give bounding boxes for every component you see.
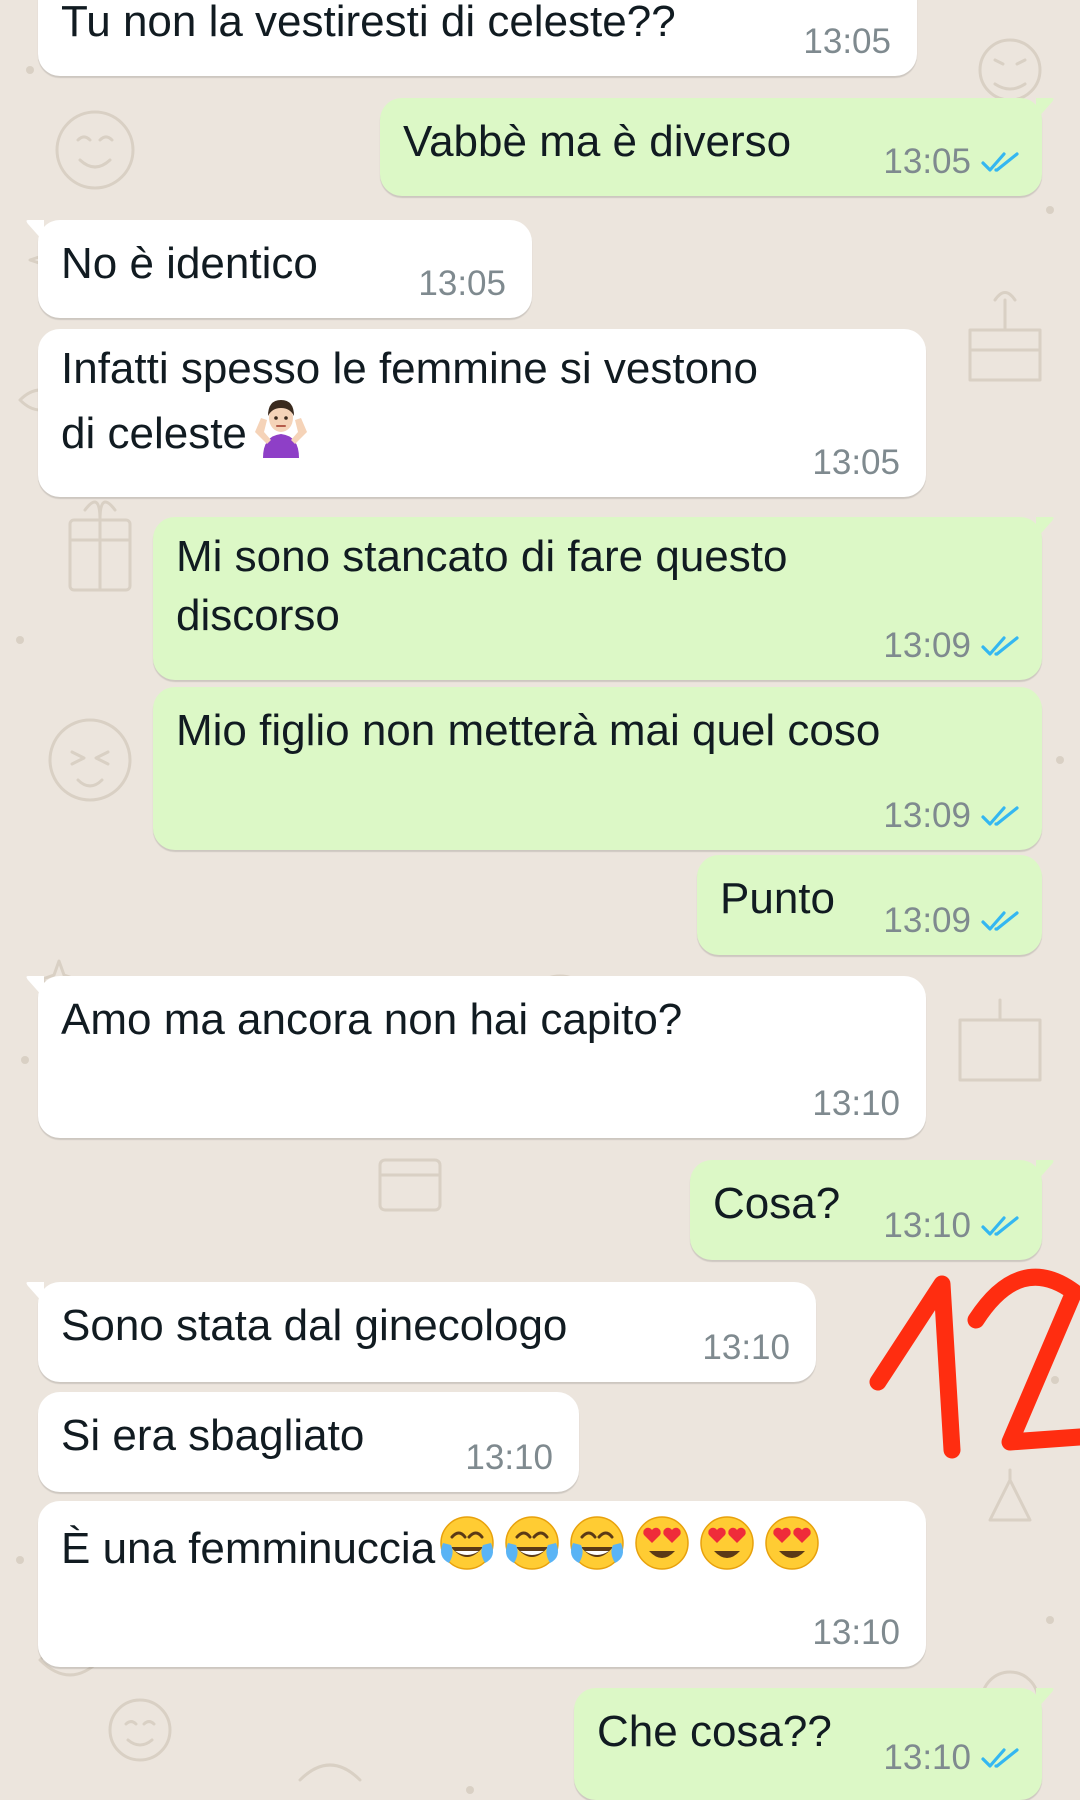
message-meta: 13:10 bbox=[465, 1438, 553, 1478]
tears-of-joy-emoji bbox=[567, 1513, 627, 1573]
outgoing-message[interactable]: Mio figlio non metterà mai quel coso 13:… bbox=[153, 687, 1042, 850]
message-time: 13:05 bbox=[883, 142, 971, 181]
bubble-tail bbox=[1036, 517, 1054, 539]
message-text: Che cosa?? bbox=[597, 1707, 832, 1756]
message-time: 13:09 bbox=[883, 626, 971, 665]
message-line: di celeste bbox=[61, 409, 247, 458]
message-time: 13:09 bbox=[883, 796, 971, 835]
tears-of-joy-emoji bbox=[437, 1513, 497, 1573]
message-time: 13:10 bbox=[702, 1328, 790, 1367]
bubble-tail bbox=[1036, 1160, 1054, 1182]
incoming-message[interactable]: Si era sbagliato 13:10 bbox=[38, 1392, 579, 1492]
message-time: 13:10 bbox=[465, 1438, 553, 1477]
incoming-message[interactable]: Tu non la vestiresti di celeste?? 13:05 bbox=[38, 0, 917, 76]
message-meta: 13:09 bbox=[883, 796, 1020, 836]
message-time: 13:10 bbox=[883, 1206, 971, 1245]
message-line: Infatti spesso le femmine si vestono bbox=[61, 344, 758, 393]
message-text: No è identico bbox=[61, 239, 318, 288]
incoming-message[interactable]: Infatti spesso le femmine si vestono di … bbox=[38, 329, 926, 497]
message-meta: 13:05 bbox=[883, 142, 1020, 182]
bubble-tail bbox=[1036, 1688, 1054, 1710]
message-line: Mi sono stancato di fare questo bbox=[176, 532, 788, 581]
outgoing-message[interactable]: Mi sono stancato di fare questo discorso… bbox=[153, 517, 1042, 680]
message-text: Mi sono stancato di fare questo discorso bbox=[176, 527, 787, 645]
message-text: È una femminuccia bbox=[61, 1513, 822, 1578]
message-meta: 13:05 bbox=[812, 443, 900, 483]
read-ticks-icon bbox=[980, 804, 1020, 828]
read-ticks-icon bbox=[980, 634, 1020, 658]
message-time: 13:05 bbox=[418, 264, 506, 303]
message-text: Infatti spesso le femmine si vestono di … bbox=[61, 339, 758, 463]
bubble-tail bbox=[26, 220, 44, 242]
read-ticks-icon bbox=[980, 1746, 1020, 1770]
message-meta: 13:10 bbox=[883, 1206, 1020, 1246]
shrugging-woman-emoji bbox=[251, 398, 311, 458]
incoming-message[interactable]: No è identico 13:05 bbox=[38, 220, 532, 318]
tears-of-joy-emoji bbox=[502, 1513, 562, 1573]
message-time: 13:05 bbox=[812, 443, 900, 482]
heart-eyes-emoji bbox=[632, 1513, 692, 1573]
heart-eyes-emoji bbox=[697, 1513, 757, 1573]
message-text: Si era sbagliato bbox=[61, 1411, 365, 1460]
message-meta: 13:05 bbox=[803, 22, 891, 62]
message-meta: 13:10 bbox=[812, 1084, 900, 1124]
message-time: 13:10 bbox=[812, 1084, 900, 1123]
message-time: 13:10 bbox=[812, 1613, 900, 1652]
read-ticks-icon bbox=[980, 1214, 1020, 1238]
outgoing-message[interactable]: Che cosa?? 13:10 bbox=[574, 1688, 1042, 1800]
message-text: Sono stata dal ginecologo bbox=[61, 1301, 568, 1350]
message-time: 13:05 bbox=[803, 22, 891, 61]
message-line: discorso bbox=[176, 591, 340, 640]
message-meta: 13:05 bbox=[418, 264, 506, 304]
incoming-message[interactable]: È una femminuccia 13:10 bbox=[38, 1501, 926, 1667]
message-meta: 13:09 bbox=[883, 626, 1020, 666]
handwritten-annotation: 12 bbox=[869, 1268, 1080, 1459]
message-meta: 13:10 bbox=[883, 1738, 1020, 1778]
incoming-message[interactable]: Amo ma ancora non hai capito? 13:10 bbox=[38, 976, 926, 1138]
message-meta: 13:10 bbox=[812, 1613, 900, 1653]
message-line: È una femminuccia bbox=[61, 1524, 436, 1573]
outgoing-message[interactable]: Cosa? 13:10 bbox=[690, 1160, 1042, 1260]
message-meta: 13:09 bbox=[883, 901, 1020, 941]
message-text: Punto bbox=[720, 874, 835, 923]
outgoing-message[interactable]: Vabbè ma è diverso 13:05 bbox=[380, 98, 1042, 196]
bubble-tail bbox=[26, 976, 44, 998]
message-time: 13:10 bbox=[883, 1738, 971, 1777]
heart-eyes-emoji bbox=[762, 1513, 822, 1573]
message-time: 13:09 bbox=[883, 901, 971, 940]
read-ticks-icon bbox=[980, 150, 1020, 174]
bubble-tail bbox=[26, 1282, 44, 1304]
read-ticks-icon bbox=[980, 909, 1020, 933]
message-text: Tu non la vestiresti di celeste?? bbox=[61, 0, 676, 46]
outgoing-message[interactable]: Punto 13:09 bbox=[697, 855, 1042, 955]
message-text: Cosa? bbox=[713, 1179, 841, 1228]
bubble-tail bbox=[1036, 98, 1054, 120]
message-meta: 13:10 bbox=[702, 1328, 790, 1368]
message-text: Mio figlio non metterà mai quel coso bbox=[176, 706, 881, 755]
message-text: Vabbè ma è diverso bbox=[403, 117, 792, 166]
incoming-message[interactable]: Sono stata dal ginecologo 13:10 bbox=[38, 1282, 816, 1382]
message-text: Amo ma ancora non hai capito? bbox=[61, 995, 683, 1044]
